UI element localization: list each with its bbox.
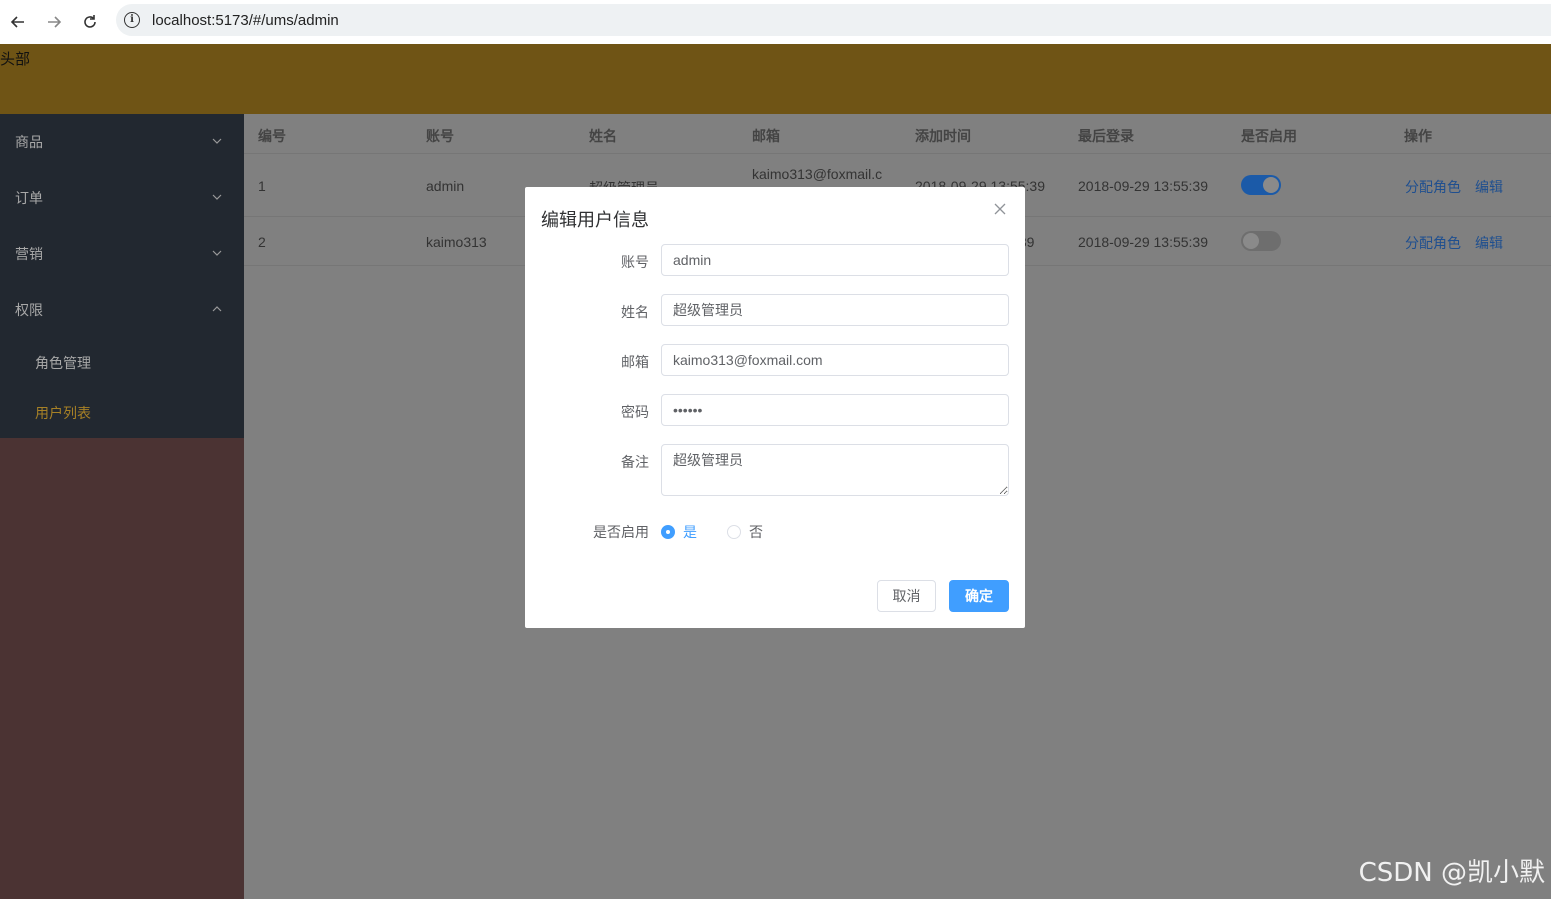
password-input[interactable] (661, 394, 1009, 426)
sidebar-item-label: 权限 (15, 302, 43, 318)
sidebar-subitem-user-list[interactable]: 用户列表 (0, 388, 244, 438)
cell-email: kaimo313@foxmail.c (752, 166, 883, 182)
column-header-created: 添加时间 (915, 128, 971, 144)
close-icon[interactable] (993, 202, 1007, 216)
column-header-actions: 操作 (1404, 128, 1432, 144)
cancel-button[interactable]: 取消 (877, 580, 936, 612)
cell-id: 1 (258, 178, 266, 194)
address-bar[interactable]: i localhost:5173/#/ums/admin (116, 4, 1551, 36)
app-header: 头部 (0, 44, 1551, 114)
sidebar-subitem-role-management[interactable]: 角色管理 (0, 338, 244, 388)
column-header-id: 编号 (258, 128, 286, 144)
cell-last-login: 2018-09-29 13:55:39 (1078, 234, 1208, 250)
enabled-switch[interactable] (1241, 231, 1281, 251)
name-label: 姓名 (621, 304, 649, 320)
status-radio-no[interactable]: 否 (727, 522, 763, 542)
watermark: CSDN @凯小默 (1358, 858, 1545, 888)
switch-knob (1243, 233, 1259, 249)
edit-user-dialog: 编辑用户信息 账号 姓名 邮箱 密码 备注 超级管理员 是否启用 是 否 取消 … (525, 187, 1025, 628)
sidebar-item-goods[interactable]: 商品 (0, 114, 244, 170)
column-header-enabled: 是否启用 (1241, 128, 1297, 144)
assign-role-link[interactable]: 分配角色 (1405, 233, 1461, 253)
status-radio-yes[interactable]: 是 (661, 522, 697, 542)
cell-account: admin (426, 178, 465, 194)
account-input[interactable] (661, 244, 1009, 276)
note-label: 备注 (621, 454, 649, 470)
chevron-down-icon (212, 194, 222, 200)
forward-icon[interactable] (36, 4, 72, 40)
sidebar-item-permissions[interactable]: 权限 (0, 282, 244, 338)
note-textarea[interactable]: 超级管理员 (661, 444, 1009, 496)
password-label: 密码 (621, 404, 649, 420)
sidebar-item-label: 商品 (15, 134, 43, 150)
sidebar-background (0, 438, 245, 899)
dialog-title: 编辑用户信息 (541, 210, 649, 230)
chevron-down-icon (212, 250, 222, 256)
sidebar-subitem-label: 角色管理 (35, 355, 91, 371)
chevron-up-icon (212, 306, 222, 312)
header-text: 头部 (0, 51, 31, 68)
site-info-icon[interactable]: i (124, 12, 140, 28)
switch-knob (1263, 177, 1279, 193)
sidebar: 商品 订单 营销 权限 角色管理 用户列表 (0, 114, 244, 438)
sidebar-item-label: 营销 (15, 246, 43, 262)
sidebar-subitem-label: 用户列表 (35, 405, 91, 421)
cell-account: kaimo313 (426, 234, 487, 250)
radio-label: 否 (749, 524, 763, 540)
edit-link[interactable]: 编辑 (1475, 233, 1503, 253)
sidebar-item-label: 订单 (15, 190, 43, 206)
confirm-button[interactable]: 确定 (949, 580, 1009, 612)
enabled-switch[interactable] (1241, 175, 1281, 195)
reload-icon[interactable] (72, 4, 108, 40)
cell-id: 2 (258, 234, 266, 250)
radio-checked-icon (661, 525, 675, 539)
radio-unchecked-icon (727, 525, 741, 539)
chevron-down-icon (212, 138, 222, 144)
account-label: 账号 (621, 254, 649, 270)
column-header-last-login: 最后登录 (1078, 128, 1134, 144)
table-header: 编号 账号 姓名 邮箱 添加时间 最后登录 是否启用 操作 (244, 114, 1551, 154)
email-input[interactable] (661, 344, 1009, 376)
radio-label: 是 (683, 524, 697, 540)
sidebar-item-orders[interactable]: 订单 (0, 170, 244, 226)
cell-last-login: 2018-09-29 13:55:39 (1078, 178, 1208, 194)
sidebar-item-marketing[interactable]: 营销 (0, 226, 244, 282)
assign-role-link[interactable]: 分配角色 (1405, 177, 1461, 197)
column-header-name: 姓名 (589, 128, 617, 144)
edit-link[interactable]: 编辑 (1475, 177, 1503, 197)
url-text[interactable]: localhost:5173/#/ums/admin (152, 12, 339, 29)
column-header-email: 邮箱 (752, 128, 780, 144)
name-input[interactable] (661, 294, 1009, 326)
browser-toolbar: i localhost:5173/#/ums/admin (0, 0, 1551, 44)
back-icon[interactable] (0, 4, 36, 40)
email-label: 邮箱 (621, 354, 649, 370)
column-header-account: 账号 (426, 128, 454, 144)
status-label: 是否启用 (593, 524, 649, 540)
